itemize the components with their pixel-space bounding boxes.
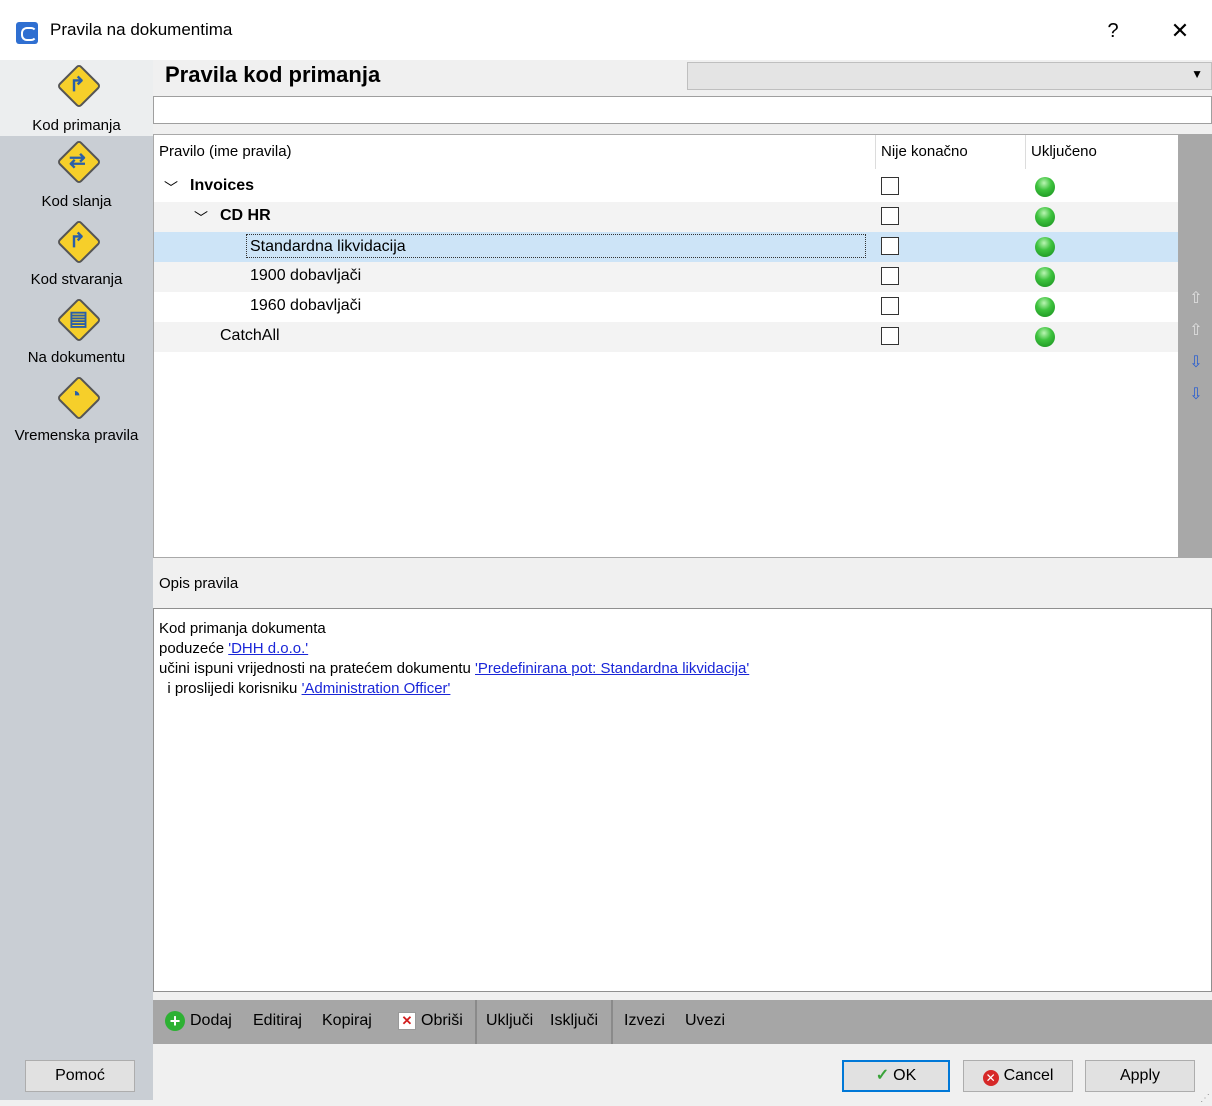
nav-label: Na dokumentu [27,349,126,366]
user-link[interactable]: 'Administration Officer' [302,680,451,697]
ok-button[interactable]: ✓ OK [842,1060,950,1092]
not-final-checkbox[interactable] [881,297,899,315]
table-row[interactable]: ﹀ CD HR [154,202,1178,232]
add-icon[interactable]: + [165,1011,185,1031]
receive-rule-icon: ↱ [56,63,102,109]
help-button[interactable]: ? [1098,14,1128,48]
column-header-rule[interactable]: Pravilo (ime pravila) [159,143,292,160]
company-link[interactable]: 'DHH d.o.o.' [228,640,308,657]
column-header-not-final[interactable]: Nije konačno [881,143,968,160]
not-final-checkbox[interactable] [881,327,899,345]
move-down-icon[interactable]: ⇩ [1187,354,1205,372]
description-label: Opis pravila [159,575,239,592]
nav-label: Kod slanja [41,193,112,210]
move-buttons-panel: ⇧ ⇧ ⇩ ⇩ [1179,134,1212,558]
rules-grid: Pravilo (ime pravila) Nije konačno Uklju… [153,134,1179,558]
title-bar: Pravila na dokumentima ? ✕ [0,0,1212,60]
document-rule-icon: ▤ [56,297,102,343]
chevron-down-icon: ▼ [1191,67,1203,81]
description-line: Kod primanja dokumenta [159,620,326,637]
table-row[interactable]: 1960 dobavljači [154,292,1178,322]
not-final-checkbox[interactable] [881,267,899,285]
description-field[interactable] [153,96,1212,124]
nav-label: Kod stvaranja [30,271,123,288]
create-rule-icon: ↱ [56,219,102,265]
cancel-button[interactable]: ✕ Cancel [963,1060,1073,1092]
add-button[interactable]: Dodaj [190,1012,232,1030]
time-rule-icon: ◔ [56,375,102,421]
enabled-status-icon[interactable] [1035,237,1055,257]
not-final-checkbox[interactable] [881,177,899,195]
nav-item-kod-primanja[interactable]: ↱ Kod primanja [0,60,153,136]
rule-name: CD HR [220,207,271,224]
collapse-icon[interactable]: ﹀ [164,178,178,198]
app-icon [16,22,38,44]
export-button[interactable]: Izvezi [624,1012,665,1030]
nav-item-vremenska-pravila[interactable]: ◔ Vremenska pravila [0,372,153,448]
move-up-icon[interactable]: ⇧ [1187,322,1205,340]
description-line: i proslijedi korisniku 'Administration O… [159,680,451,697]
enabled-status-icon[interactable] [1035,327,1055,347]
description-line: učini ispuni vrijednosti na pratećem dok… [159,660,750,677]
send-rule-icon: ⇄ [56,139,102,185]
not-final-checkbox[interactable] [881,237,899,255]
left-nav: ↱ Kod primanja ⇄ Kod slanja ↱ Kod stvara… [0,60,153,1100]
nav-label: Vremenska pravila [14,427,139,444]
rule-name: 1960 dobavljači [250,297,362,314]
table-row[interactable]: CatchAll [154,322,1178,352]
delete-icon[interactable]: ✕ [398,1012,416,1030]
delete-button[interactable]: Obriši [421,1012,463,1030]
rules-toolbar: + Dodaj Editiraj Kopiraj ✕ Obriši Uključ… [153,1000,1212,1044]
table-row[interactable]: 1900 dobavljači [154,262,1178,292]
collapse-icon[interactable]: ﹀ [194,208,208,228]
rule-name: Standardna likvidacija [246,234,866,258]
page-title: Pravila kod primanja [165,62,381,87]
rule-set-dropdown[interactable]: ▼ [687,62,1212,90]
table-row-selected[interactable]: Standardna likvidacija [154,232,1178,262]
nav-item-na-dokumentu[interactable]: ▤ Na dokumentu [0,294,153,370]
move-top-icon[interactable]: ⇧ [1187,290,1205,308]
predefined-path-link[interactable]: 'Predefinirana pot: Standardna likvidaci… [475,660,749,677]
nav-item-kod-stvaranja[interactable]: ↱ Kod stvaranja [0,216,153,292]
enabled-status-icon[interactable] [1035,177,1055,197]
import-button[interactable]: Uvezi [685,1012,725,1030]
column-header-enabled[interactable]: Uključeno [1031,143,1097,160]
description-line: poduzeće 'DHH d.o.o.' [159,640,309,657]
help-dialog-button[interactable]: Pomoć [25,1060,135,1092]
enabled-status-icon[interactable] [1035,207,1055,227]
grid-header: Pravilo (ime pravila) Nije konačno Uklju… [154,135,1178,169]
checkmark-icon: ✓ [875,1067,890,1084]
window-title: Pravila na dokumentima [50,20,233,39]
edit-button[interactable]: Editiraj [253,1012,302,1030]
enabled-status-icon[interactable] [1035,267,1055,287]
copy-button[interactable]: Kopiraj [322,1012,372,1030]
table-row[interactable]: ﹀ Invoices [154,172,1178,202]
rule-name: 1900 dobavljači [250,267,362,284]
move-bottom-icon[interactable]: ⇩ [1187,386,1205,404]
resize-grip-icon[interactable]: ⋰ [1200,1093,1210,1104]
rule-name: CatchAll [220,327,280,344]
rule-name: Invoices [190,177,255,194]
cancel-icon: ✕ [982,1070,999,1086]
nav-label: Kod primanja [32,117,121,134]
rule-description-panel: Kod primanja dokumenta poduzeće 'DHH d.o… [153,608,1212,992]
disable-button[interactable]: Isključi [550,1012,598,1030]
enable-button[interactable]: Uključi [486,1012,533,1030]
apply-button[interactable]: Apply [1085,1060,1195,1092]
close-button[interactable]: ✕ [1160,14,1200,48]
not-final-checkbox[interactable] [881,207,899,225]
nav-item-kod-slanja[interactable]: ⇄ Kod slanja [0,136,153,212]
enabled-status-icon[interactable] [1035,297,1055,317]
